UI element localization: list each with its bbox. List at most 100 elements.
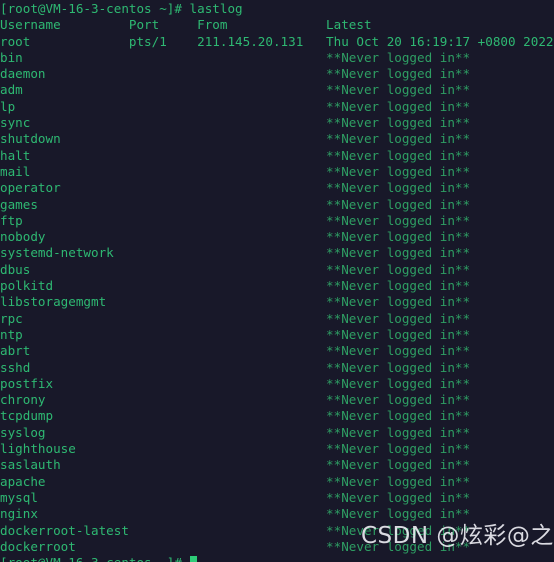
row-username: dockerroot (0, 538, 327, 554)
table-row: mysql **Never logged in** (0, 490, 554, 506)
row-username: nginx (0, 506, 327, 522)
table-row: root pts/1 211.145.20.131 Thu Oct 20 16:… (0, 34, 554, 50)
row-username: abrt (0, 343, 327, 359)
row-latest: **Never logged in** (326, 49, 471, 65)
row-username: apache (0, 473, 327, 489)
row-latest: Thu Oct 20 16:19:17 +0800 2022 (326, 33, 554, 49)
row-username: ftp (0, 212, 327, 228)
row-latest: **Never logged in** (326, 489, 471, 505)
table-row: lp **Never logged in** (0, 99, 554, 115)
table-row: shutdown **Never logged in** (0, 131, 554, 147)
row-latest: **Never logged in** (326, 506, 471, 522)
row-username: operator (0, 180, 327, 196)
row-latest: **Never logged in** (326, 82, 471, 98)
table-row: halt **Never logged in** (0, 148, 554, 164)
row-username: mail (0, 163, 327, 179)
row-username: sshd (0, 359, 327, 375)
table-row: chrony **Never logged in** (0, 392, 554, 408)
row-latest: **Never logged in** (326, 408, 471, 424)
table-row: lighthouse **Never logged in** (0, 441, 554, 457)
row-username: polkitd (0, 278, 327, 294)
command-line: [root@VM-16-3-centos ~]# lastlog (0, 1, 243, 16)
row-latest: **Never logged in** (326, 375, 471, 391)
row-username: dockerroot-latest (0, 522, 327, 538)
table-row: daemon **Never logged in** (0, 66, 554, 82)
row-latest: **Never logged in** (326, 245, 471, 261)
row-latest: **Never logged in** (326, 115, 471, 131)
row-latest: **Never logged in** (326, 98, 471, 114)
shell-prompt: [root@VM-16-3-centos ~]# (0, 555, 190, 562)
row-username: nobody (0, 229, 327, 245)
row-username: tcpdump (0, 408, 327, 424)
row-username: systemd-network (0, 245, 327, 261)
table-row: nobody **Never logged in** (0, 229, 554, 245)
row-latest: **Never logged in** (326, 343, 471, 359)
row-latest: **Never logged in** (326, 294, 471, 310)
table-row: nginx **Never logged in** (0, 506, 554, 522)
row-latest: **Never logged in** (326, 66, 471, 82)
terminal-window[interactable]: [root@VM-16-3-centos ~]# lastlog Username… (0, 0, 554, 562)
table-row: operator **Never logged in** (0, 180, 554, 196)
table-row: systemd-network **Never logged in** (0, 245, 554, 261)
row-username: syslog (0, 424, 327, 440)
row-username: postfix (0, 375, 327, 391)
row-latest: **Never logged in** (326, 538, 471, 554)
table-row: saslauth **Never logged in** (0, 457, 554, 473)
table-row: postfix **Never logged in** (0, 376, 554, 392)
row-latest: **Never logged in** (326, 473, 471, 489)
table-row: abrt **Never logged in** (0, 343, 554, 359)
table-row: sshd **Never logged in** (0, 360, 554, 376)
table-row: adm **Never logged in** (0, 82, 554, 98)
row-username: shutdown (0, 131, 327, 147)
row-latest: **Never logged in** (326, 212, 471, 228)
row-latest: **Never logged in** (326, 326, 471, 342)
row-username: rpc (0, 310, 327, 326)
row-latest: **Never logged in** (326, 163, 471, 179)
table-row: rpc **Never logged in** (0, 311, 554, 327)
row-username: libstoragemgmt (0, 294, 327, 310)
row-latest: **Never logged in** (326, 229, 471, 245)
table-header-row: Username Port From Latest (0, 17, 372, 33)
row-latest: **Never logged in** (326, 457, 471, 473)
row-latest: **Never logged in** (326, 310, 471, 326)
row-username: dbus (0, 261, 327, 277)
row-username: games (0, 196, 327, 212)
row-username: lighthouse (0, 441, 327, 457)
table-row: dbus **Never logged in** (0, 262, 554, 278)
row-username: bin (0, 49, 327, 65)
table-row: sync **Never logged in** (0, 115, 554, 131)
row-latest: **Never logged in** (326, 278, 471, 294)
row-username: mysql (0, 489, 327, 505)
row-latest: **Never logged in** (326, 131, 471, 147)
row-latest: **Never logged in** (326, 196, 471, 212)
row-username: saslauth (0, 457, 327, 473)
row-username: halt (0, 147, 327, 163)
row-username: daemon (0, 66, 327, 82)
table-row: games **Never logged in** (0, 197, 554, 213)
table-row: ftp **Never logged in** (0, 213, 554, 229)
row-username: root pts/1 211.145.20.131 (0, 33, 327, 49)
terminal-screen: [root@VM-16-3-centos ~]# lastlog Username… (0, 0, 554, 562)
row-latest: **Never logged in** (326, 180, 471, 196)
row-username: chrony (0, 392, 327, 408)
text-cursor (189, 556, 198, 562)
row-username: lp (0, 98, 327, 114)
row-latest: **Never logged in** (326, 392, 471, 408)
table-row: dockerroot-latest **Never logged in** (0, 523, 554, 539)
row-latest: **Never logged in** (326, 522, 471, 538)
row-username: adm (0, 82, 327, 98)
table-row: syslog **Never logged in** (0, 425, 554, 441)
table-row: ntp **Never logged in** (0, 327, 554, 343)
row-latest: **Never logged in** (326, 441, 471, 457)
row-latest: **Never logged in** (326, 261, 471, 277)
row-username: ntp (0, 326, 327, 342)
table-row: dockerroot **Never logged in** (0, 539, 554, 555)
table-row: apache **Never logged in** (0, 474, 554, 490)
row-username: sync (0, 115, 327, 131)
table-row: mail **Never logged in** (0, 164, 554, 180)
row-latest: **Never logged in** (326, 359, 471, 375)
row-latest: **Never logged in** (326, 424, 471, 440)
row-latest: **Never logged in** (326, 147, 471, 163)
final-prompt-line: [root@VM-16-3-centos ~]# (0, 555, 554, 562)
table-row: bin **Never logged in** (0, 50, 554, 66)
